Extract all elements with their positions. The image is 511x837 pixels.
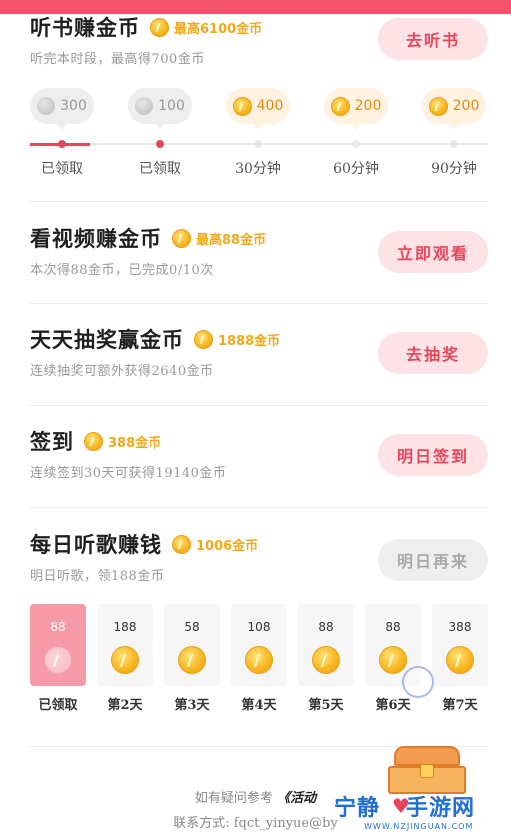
coin-icon (172, 228, 191, 248)
coin-icon (330, 96, 350, 116)
checkin-tomorrow-button[interactable]: 明日签到 (378, 434, 488, 476)
reward-bubble[interactable]: 200 (422, 88, 486, 130)
coin-icon (312, 646, 340, 674)
checkin-task: 签到 388金币 连续签到30天可获得19140金币 明日签到 (30, 424, 488, 481)
video-reward: 最高88金币 (172, 228, 267, 248)
video-reward-text: 最高88金币 (196, 232, 267, 248)
checkin-reward-text: 388金币 (108, 435, 162, 451)
lottery-reward-text: 1888金币 (218, 333, 281, 349)
step-label: 90分钟 (431, 161, 477, 177)
reward-bubble[interactable]: 200 (324, 88, 388, 130)
day-value: 188 (113, 620, 137, 634)
listen-reward-bubbles: 300 100 400 200 200 (30, 88, 490, 130)
song-title: 每日听歌赚钱 (30, 532, 162, 557)
coin-icon (150, 17, 169, 37)
bubble-value: 200 (452, 98, 480, 114)
day-label: 第7天 (442, 698, 478, 713)
bubble-value: 400 (256, 98, 284, 114)
help-prefix: 如有疑问参考 (194, 791, 273, 806)
listen-reward-text: 最高6100金币 (174, 21, 263, 37)
chest-lock (420, 764, 434, 778)
song-reward: 1006金币 (172, 534, 259, 554)
video-title: 看视频赚金币 (30, 226, 162, 251)
day-card[interactable]: 108 (231, 604, 287, 686)
lottery-task: 天天抽奖赢金币 1888金币 连续抽奖可额外获得2640金币 去抽奖 (30, 322, 488, 379)
progress-dot (58, 140, 66, 148)
listen-progress-track (30, 140, 488, 148)
coin-icon (135, 97, 154, 115)
coin-icon (178, 646, 206, 674)
day-value: 388 (448, 620, 472, 634)
progress-dot (352, 140, 360, 148)
reward-bubble[interactable]: 400 (226, 88, 290, 130)
touch-indicator (402, 666, 434, 698)
coin-icon (428, 96, 448, 116)
day-card[interactable]: 388 (432, 604, 488, 686)
step-label: 已领取 (139, 161, 181, 177)
day-label: 已领取 (38, 698, 78, 713)
day-card[interactable]: 58 (164, 604, 220, 686)
coin-icon (194, 329, 213, 349)
watermark-name-b: 手游网 (406, 796, 476, 821)
day-label: 第4天 (241, 698, 277, 713)
coin-icon (379, 646, 407, 674)
step-label: 60分钟 (333, 161, 379, 177)
go-lottery-button[interactable]: 去抽奖 (378, 332, 488, 374)
go-listen-button[interactable]: 去听书 (378, 18, 488, 60)
watermark-name-a: 宁静 (334, 796, 381, 821)
listen-title: 听书赚金币 (30, 15, 140, 40)
day-value: 58 (184, 620, 200, 634)
checkin-reward: 388金币 (84, 431, 162, 451)
day-value: 88 (385, 620, 401, 634)
coin-icon (172, 534, 191, 554)
section-divider (30, 507, 488, 508)
coin-icon (84, 431, 103, 451)
song-task: 每日听歌赚钱 1006金币 明日听歌，领188金币 明日再来 (30, 527, 488, 584)
progress-dot (450, 140, 458, 148)
day-card[interactable]: 88 (298, 604, 354, 686)
day-card[interactable]: 188 (97, 604, 153, 686)
day-label: 第2天 (107, 698, 143, 713)
lottery-reward: 1888金币 (194, 329, 281, 349)
song-day-grid: 88 已领取 188 第2天 58 第3天 108 第4天 88 第5天 88 … (30, 604, 488, 716)
song-reward-text: 1006金币 (196, 538, 259, 554)
section-divider (30, 201, 488, 202)
watermark-url: WWW.NZJINGUAN.COM (364, 822, 474, 831)
bubble-value: 100 (158, 98, 185, 114)
lottery-title: 天天抽奖赢金币 (30, 327, 184, 352)
listen-task: 听书赚金币 最高6100金币 听完本时段，最高得700金币 去听书 (30, 10, 488, 67)
bubble-value: 300 (60, 98, 87, 114)
coin-icon (44, 646, 72, 674)
day-label: 第5天 (308, 698, 344, 713)
listen-reward: 最高6100金币 (150, 17, 263, 37)
coin-icon (245, 646, 273, 674)
progress-dot (156, 140, 164, 148)
step-label: 30分钟 (235, 161, 281, 177)
coin-icon (446, 646, 474, 674)
watermark-logo: 宁静 手游网 ♥ WWW.NZJINGUAN.COM (328, 790, 511, 837)
day-card[interactable]: 88 (30, 604, 86, 686)
watch-now-button[interactable]: 立即观看 (378, 231, 488, 273)
section-divider (30, 303, 488, 304)
reward-bubble[interactable]: 300 (30, 88, 94, 130)
video-task: 看视频赚金币 最高88金币 本次得88金币，已完成0/10次 立即观看 (30, 221, 488, 278)
coin-icon (111, 646, 139, 674)
reward-bubble[interactable]: 100 (128, 88, 192, 130)
watermark-heart-icon: ♥ (392, 794, 410, 818)
checkin-title: 签到 (30, 429, 74, 454)
bubble-value: 200 (354, 98, 382, 114)
day-label: 第3天 (174, 698, 210, 713)
day-value: 88 (50, 620, 66, 634)
chest-lid (394, 746, 460, 766)
coin-icon (37, 97, 56, 115)
day-value: 88 (318, 620, 334, 634)
come-back-tomorrow-button[interactable]: 明日再来 (378, 539, 488, 581)
coin-icon (232, 96, 252, 116)
section-divider (30, 405, 488, 406)
step-label: 已领取 (41, 161, 83, 177)
listen-step-labels: 已领取 已领取 30分钟 60分钟 90分钟 (30, 158, 490, 182)
day-value: 108 (247, 620, 271, 634)
progress-dot (254, 140, 262, 148)
rules-link[interactable]: 《活动 (277, 791, 316, 806)
